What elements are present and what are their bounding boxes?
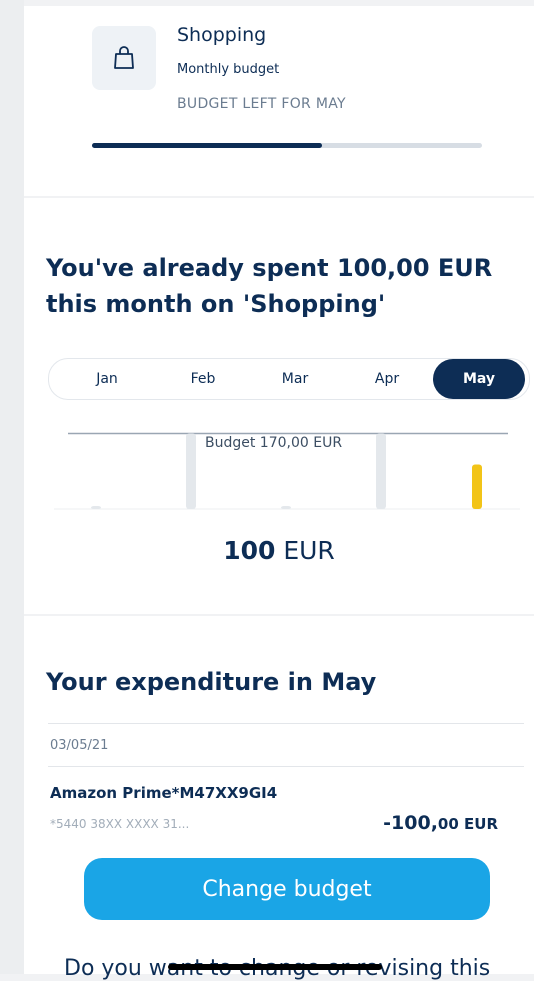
- transaction-amount-main: -100,: [383, 812, 438, 834]
- transaction-card-number: *5440 38XX XXXX 31...: [50, 817, 190, 831]
- expenditure-card: Your expenditure in May 03/05/21 Amazon …: [24, 616, 534, 981]
- month-tab-may[interactable]: May: [433, 359, 525, 399]
- expenditure-heading: Your expenditure in May: [46, 668, 377, 696]
- spent-amount-value: 100: [223, 536, 276, 565]
- spent-amount: 100 EUR: [24, 536, 534, 565]
- transaction-amount-cents: 00 EUR: [437, 815, 498, 833]
- change-budget-button[interactable]: Change budget: [84, 858, 490, 920]
- transaction-date: 03/05/21: [50, 738, 109, 753]
- divider: [48, 723, 524, 724]
- chart-bar-apr: [376, 433, 386, 509]
- budget-line-label: Budget 170,00 EUR: [199, 435, 349, 451]
- category-title: Shopping: [177, 24, 267, 46]
- transaction-name: Amazon Prime*M47XX9GI4: [50, 784, 278, 802]
- chart-bar-mar: [281, 506, 291, 509]
- budget-progress-bar: [92, 143, 482, 148]
- chart-bar-may: [472, 464, 482, 509]
- budget-progress-fill: [92, 143, 323, 148]
- divider: [48, 766, 524, 767]
- budget-left-label: BUDGET LEFT FOR MAY: [177, 96, 346, 112]
- spent-amount-unit: EUR: [283, 536, 335, 565]
- home-indicator: [168, 964, 382, 970]
- month-tab-feb[interactable]: Feb: [157, 359, 249, 399]
- spending-card: You've already spent 100,00 EUR this mon…: [24, 198, 534, 614]
- month-selector: Jan Feb Mar Apr May: [48, 358, 530, 400]
- chart-bar-feb: [186, 433, 196, 509]
- transaction-amount: -100,00 EUR: [383, 812, 498, 834]
- shopping-bag-icon: [92, 26, 156, 90]
- month-tab-apr[interactable]: Apr: [341, 359, 433, 399]
- left-edge-strip: [0, 0, 26, 974]
- category-card: Shopping Monthly budget BUDGET LEFT FOR …: [24, 6, 534, 196]
- chart-bar-jan: [91, 506, 101, 509]
- spent-heading: You've already spent 100,00 EUR this mon…: [46, 254, 493, 318]
- category-subtitle: Monthly budget: [177, 62, 280, 77]
- month-tab-mar[interactable]: Mar: [249, 359, 341, 399]
- month-tab-jan[interactable]: Jan: [61, 359, 153, 399]
